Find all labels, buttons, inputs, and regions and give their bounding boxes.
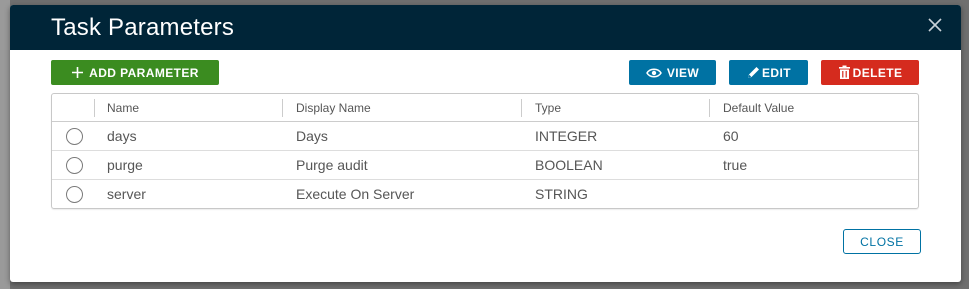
table-row[interactable]: purge Purge audit BOOLEAN true [52, 151, 918, 180]
column-separator [709, 99, 710, 117]
plus-icon [72, 67, 84, 78]
row-radio[interactable] [66, 157, 83, 174]
table-row[interactable]: server Execute On Server STRING [52, 180, 918, 209]
view-label: VIEW [666, 65, 700, 80]
add-parameter-button[interactable]: ADD PARAMETER [51, 60, 219, 85]
delete-button[interactable]: DELETE [821, 60, 919, 85]
parameters-table: Name Display Name Type Default Value day… [51, 93, 919, 209]
close-button[interactable]: CLOSE [843, 229, 921, 254]
add-parameter-label: ADD PARAMETER [89, 65, 199, 80]
cell-name: server [107, 186, 146, 202]
edit-button[interactable]: EDIT [729, 60, 808, 85]
cell-name: purge [107, 157, 143, 173]
column-header-display-name[interactable]: Display Name [296, 101, 371, 115]
view-button[interactable]: VIEW [629, 60, 716, 85]
column-header-default-value[interactable]: Default Value [723, 101, 794, 115]
task-parameters-dialog: Task Parameters ADD PARAMETER VIEW EDIT [10, 5, 961, 282]
cell-display-name: Execute On Server [296, 186, 415, 202]
table-header: Name Display Name Type Default Value [52, 94, 918, 122]
trash-icon [838, 65, 850, 79]
delete-label: DELETE [852, 65, 903, 80]
dialog-header: Task Parameters [10, 5, 961, 50]
column-separator [521, 99, 522, 117]
eye-icon [645, 68, 662, 77]
column-separator [94, 99, 95, 117]
close-icon[interactable] [925, 15, 945, 35]
column-header-name[interactable]: Name [107, 101, 139, 115]
row-radio[interactable] [66, 128, 83, 145]
column-header-type[interactable]: Type [535, 101, 561, 115]
cell-default-value: true [723, 157, 748, 173]
cell-type: STRING [535, 186, 588, 202]
pencil-icon [748, 67, 760, 78]
edit-label: EDIT [762, 65, 791, 80]
cell-default-value: 60 [723, 128, 739, 144]
cell-name: days [107, 128, 137, 144]
cell-display-name: Days [296, 128, 328, 144]
cell-display-name: Purge audit [296, 157, 368, 173]
dialog-title: Task Parameters [51, 14, 235, 41]
table-row[interactable]: days Days INTEGER 60 [52, 122, 918, 151]
page-backdrop-strip [0, 0, 10, 289]
cell-type: BOOLEAN [535, 157, 603, 173]
column-separator [282, 99, 283, 117]
row-radio[interactable] [66, 186, 83, 203]
cell-type: INTEGER [535, 128, 598, 144]
